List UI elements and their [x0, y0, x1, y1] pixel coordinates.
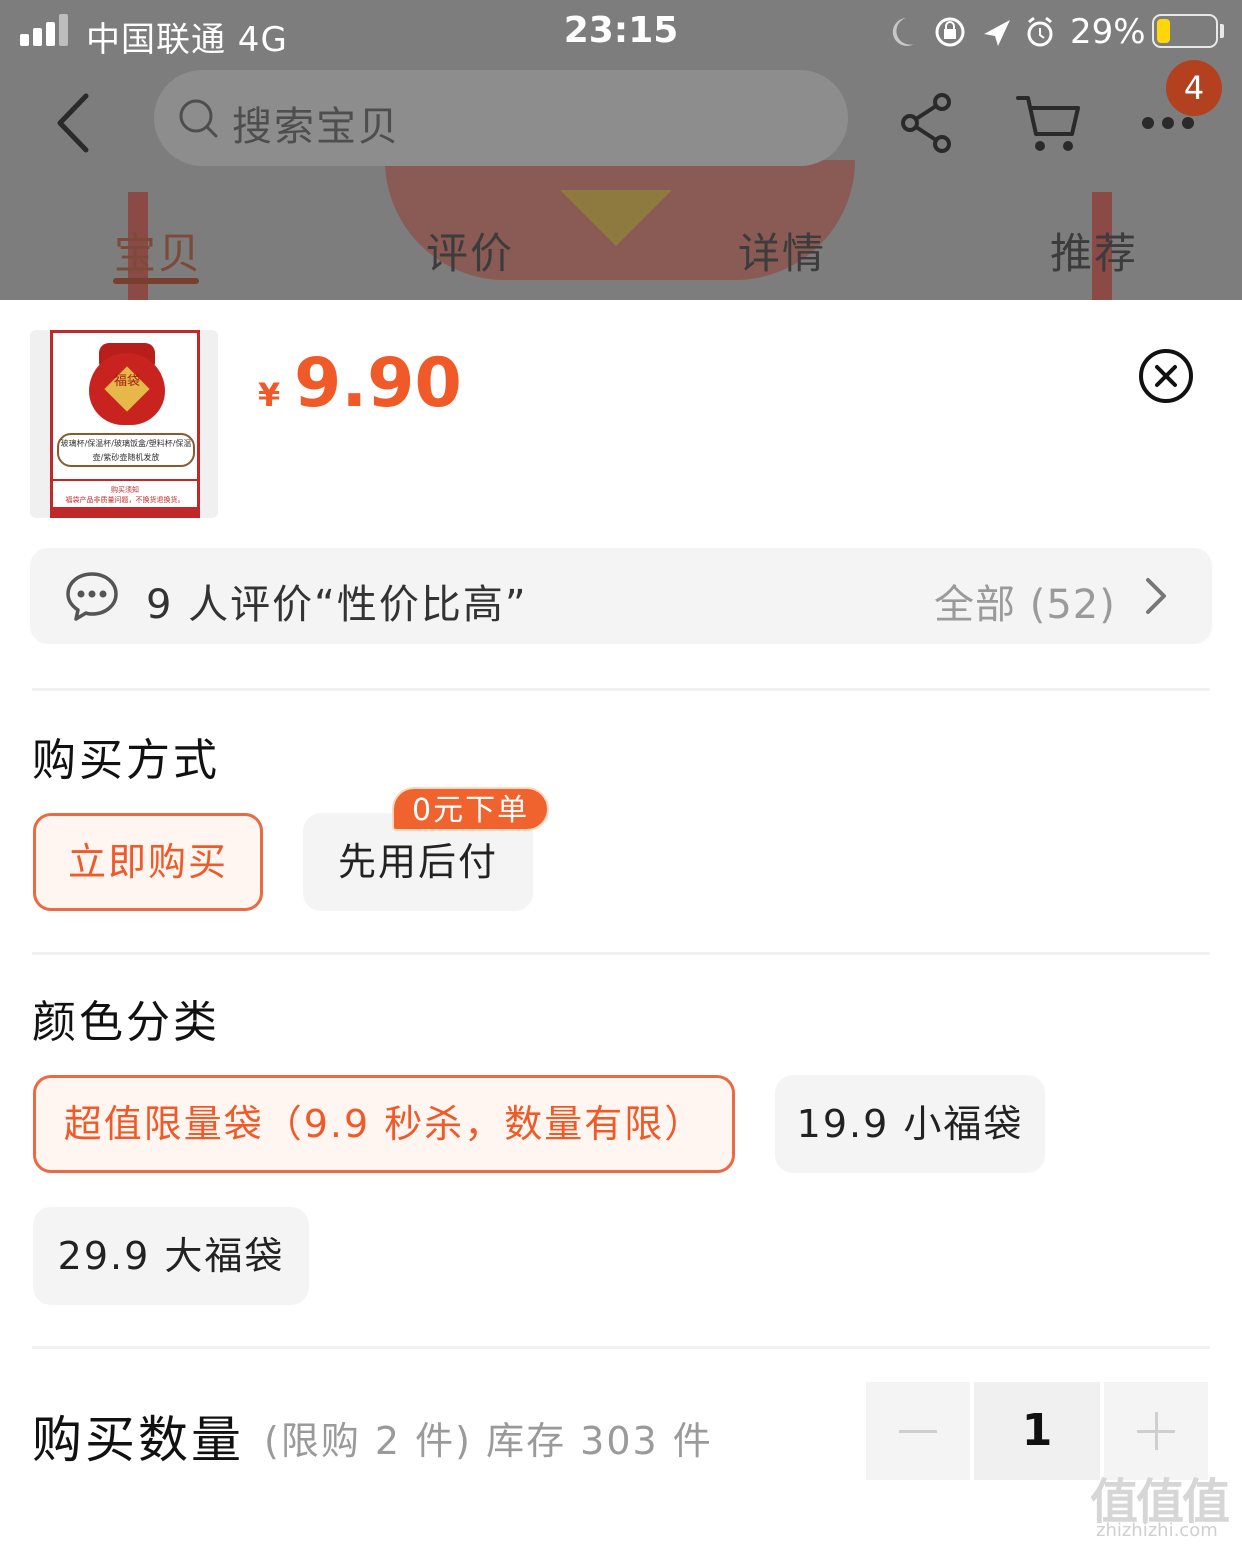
cart-badge: 4	[1166, 60, 1222, 116]
alarm-icon	[1027, 16, 1053, 47]
share-icon[interactable]	[898, 92, 958, 154]
location-arrow-icon	[984, 20, 1010, 46]
battery-icon	[1152, 14, 1218, 48]
tab-bar: 宝贝 评价 详情 推荐	[0, 212, 1242, 300]
sku-sheet: 福袋 玻璃杯/保温杯/玻璃饭盒/塑料杯/保温壶/紫砂壶随机发放 购买须知 福袋产…	[0, 300, 1242, 1551]
tab-recommend[interactable]: 推荐	[1050, 220, 1138, 281]
price-value: 9.90	[294, 344, 462, 423]
zero-deposit-tag: 0元下单	[392, 787, 550, 831]
purchase-method-title: 购买方式	[32, 735, 220, 786]
watermark-url: zhizhizhi.com	[1096, 1520, 1218, 1541]
close-icon[interactable]	[1138, 348, 1194, 404]
dimmed-overlay[interactable]: 中国联通 4G 23:15 29% 搜索宝贝 4 宝贝 评价 详情 推荐	[0, 0, 1242, 300]
thumbnail-footer-text: 福袋产品非质量问题，不换货退换货。	[65, 496, 185, 504]
option-large-bag[interactable]: 29.9 大福袋	[33, 1207, 309, 1305]
search-input[interactable]: 搜索宝贝	[154, 70, 848, 166]
orientation-lock-icon	[935, 17, 965, 47]
moon-icon	[892, 18, 914, 46]
tab-reviews[interactable]: 评价	[426, 220, 514, 281]
thumbnail-card: 福袋 玻璃杯/保温杯/玻璃饭盒/塑料杯/保温壶/紫砂壶随机发放 购买须知 福袋产…	[50, 330, 200, 518]
quantity-decrease-button[interactable]	[866, 1382, 970, 1480]
thumbnail-footer: 购买须知 福袋产品非质量问题，不换货退换货。	[53, 485, 197, 505]
thumbnail-footer-title: 购买须知	[111, 486, 139, 494]
review-summary-text: 9 人评价“性价比高”	[146, 582, 528, 628]
thumbnail-caption: 玻璃杯/保温杯/玻璃饭盒/塑料杯/保温壶/紫砂壶随机发放	[57, 433, 195, 467]
quantity-value[interactable]: 1	[974, 1382, 1100, 1480]
divider	[32, 688, 1210, 691]
color-category-title: 颜色分类	[32, 997, 220, 1048]
review-summary-bar[interactable]: 9 人评价“性价比高” 全部 (52)	[30, 548, 1212, 644]
option-small-bag[interactable]: 19.9 小福袋	[775, 1075, 1045, 1173]
back-icon[interactable]	[46, 88, 106, 158]
cart-icon[interactable]	[1014, 92, 1082, 154]
option-buy-now[interactable]: 立即购买	[33, 813, 263, 911]
tab-active-indicator	[113, 278, 199, 284]
quantity-title: 购买数量	[32, 1411, 244, 1469]
watermark: 值值值 zhizhizhi.com	[1090, 1462, 1240, 1550]
tab-item[interactable]: 宝贝	[114, 220, 202, 281]
divider	[32, 952, 1210, 955]
product-thumbnail[interactable]: 福袋 玻璃杯/保温杯/玻璃饭盒/塑料杯/保温壶/紫砂壶随机发放 购买须知 福袋产…	[30, 330, 218, 518]
quantity-limit-text: (限购 2 件) 库存 303 件	[264, 1419, 713, 1463]
chat-bubble-icon	[66, 572, 118, 621]
status-bar: 中国联通 4G 23:15 29%	[0, 0, 1242, 64]
price-currency: ¥	[258, 376, 281, 414]
tab-details[interactable]: 详情	[738, 220, 826, 281]
search-icon	[179, 99, 218, 138]
search-placeholder: 搜索宝贝	[232, 104, 400, 150]
battery-percent: 29%	[1070, 12, 1146, 52]
bag-text: 福袋	[113, 374, 140, 389]
status-icons-group	[892, 16, 1053, 47]
review-all-link[interactable]: 全部 (52)	[934, 572, 1116, 630]
option-limited-bag[interactable]: 超值限量袋（9.9 秒杀，数量有限）	[33, 1075, 735, 1173]
divider	[32, 1346, 1210, 1349]
minus-icon	[899, 1430, 937, 1433]
chevron-right-icon	[1146, 578, 1166, 614]
